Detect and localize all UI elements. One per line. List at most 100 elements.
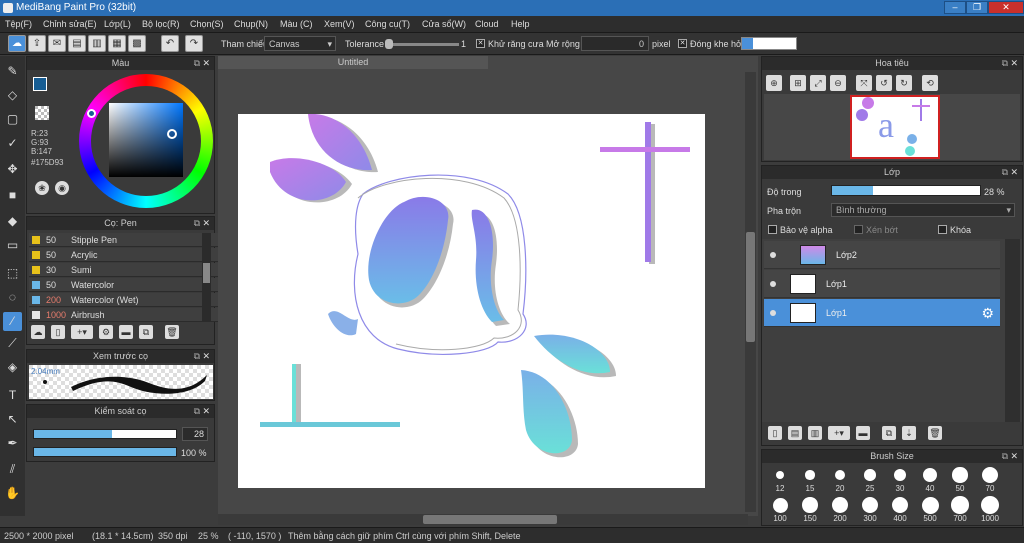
rotate-left-icon[interactable]: ↺ (876, 75, 892, 91)
minimize-button[interactable]: – (944, 1, 966, 14)
maximize-button[interactable]: ❐ (966, 1, 988, 14)
menu-window[interactable]: Cửa sổ(W) (422, 19, 466, 29)
tolerance-slider-handle[interactable] (385, 39, 393, 49)
new-layer-icon[interactable]: ▯ (768, 426, 782, 440)
brush-size-option[interactable]: 15 (798, 466, 822, 493)
pen-tool-icon[interactable]: ✓ (3, 134, 22, 153)
brush-size-option[interactable]: 400 (888, 496, 912, 523)
zoom-out-icon[interactable]: ⊖ (830, 75, 846, 91)
chat-icon[interactable]: ✉ (48, 35, 66, 52)
popout-icon[interactable]: ⧉ (194, 217, 200, 230)
close-icon[interactable]: ✕ (1010, 450, 1018, 463)
primary-color-swatch[interactable] (33, 77, 47, 91)
duplicate-icon[interactable]: ⧉ (139, 325, 153, 339)
brush-size-option[interactable]: 700 (948, 496, 972, 523)
new-halftone-layer-icon[interactable]: ▤ (788, 426, 802, 440)
brush-item-watercolor-wet[interactable]: 200 Watercolor (Wet) (29, 293, 223, 307)
menu-help[interactable]: Help (511, 19, 530, 29)
operation-tool-icon[interactable]: ↖ (3, 410, 22, 429)
brush-size-input[interactable]: 28 (182, 427, 208, 441)
new-8bit-layer-icon[interactable]: ▥ (808, 426, 822, 440)
fill-rect-tool-icon[interactable]: ■ (3, 186, 22, 205)
redo-icon[interactable]: ↷ (185, 35, 203, 52)
brush-size-option[interactable]: 150 (798, 496, 822, 523)
brush-size-option[interactable]: 300 (858, 496, 882, 523)
brush-size-option[interactable]: 12 (768, 466, 792, 493)
magic-wand-tool-icon[interactable]: ⁄ (3, 312, 22, 331)
lock-checkbox[interactable] (938, 225, 947, 234)
brush-item-acrylic[interactable]: 50 Acrylic (29, 248, 223, 262)
page-icon[interactable]: ▥ (88, 35, 106, 52)
trash-icon[interactable]: 🗑 (165, 325, 179, 339)
divide-tool-icon[interactable]: ✒ (3, 434, 22, 453)
brush-settings-icon[interactable]: ⚙ (99, 325, 113, 339)
move-tool-icon[interactable]: ✥ (3, 160, 22, 179)
eraser-tool-icon[interactable]: ◇ (3, 86, 22, 105)
brush-item-stipple-pen[interactable]: 50 Stipple Pen (29, 233, 223, 247)
menu-view[interactable]: Xem(V) (324, 19, 355, 29)
navigator-preview[interactable]: a (764, 94, 1020, 160)
brush-size-slider[interactable] (33, 429, 177, 439)
close-window-button[interactable]: ✕ (988, 1, 1024, 14)
tile-icon[interactable]: ▩ (128, 35, 146, 52)
menu-edit[interactable]: Chỉnh sửa(E) (43, 19, 97, 29)
menu-cloud[interactable]: Cloud (475, 19, 499, 29)
rotate-right-icon[interactable]: ↻ (896, 75, 912, 91)
popout-icon[interactable]: ⧉ (1002, 450, 1008, 463)
reset-view-icon[interactable]: ⟲ (922, 75, 938, 91)
layer-row-layer1-selected[interactable]: Lớp1 ⚙ (764, 299, 1000, 327)
brush-size-option[interactable]: 20 (828, 466, 852, 493)
palette-icon[interactable]: ❀ (35, 181, 49, 195)
brush-size-option[interactable]: 30 (888, 466, 912, 493)
menu-layer[interactable]: Lớp(L) (104, 19, 131, 29)
antialias-checkbox[interactable]: ✕ (476, 39, 485, 48)
transparent-swatch[interactable] (35, 106, 49, 120)
popout-icon[interactable]: ⧉ (194, 405, 200, 418)
fit-window-icon[interactable]: ⤢ (810, 75, 826, 91)
new-brush-icon[interactable]: ▯ (51, 325, 65, 339)
popout-icon[interactable]: ⧉ (1002, 166, 1008, 179)
brush-size-option[interactable]: 200 (828, 496, 852, 523)
bucket-tool-icon[interactable]: ◆ (3, 212, 22, 231)
zoom-fit-icon[interactable]: ⊞ (790, 75, 806, 91)
gap-close-level-selector[interactable] (741, 37, 797, 50)
close-icon[interactable]: ✕ (1010, 166, 1018, 179)
folder-icon[interactable]: ▬ (856, 426, 870, 440)
text-tool-icon[interactable]: T (3, 386, 22, 405)
menu-filter[interactable]: Bộ lọc(R) (142, 19, 180, 29)
menu-select[interactable]: Chọn(S) (190, 19, 224, 29)
menu-snap[interactable]: Chụp(N) (234, 19, 268, 29)
brush-size-option[interactable]: 500 (918, 496, 942, 523)
close-icon[interactable]: ✕ (202, 405, 210, 418)
navigator-thumbnail[interactable]: a (850, 95, 940, 159)
close-icon[interactable]: ✕ (202, 217, 210, 230)
select-eraser-tool-icon[interactable]: ◈ (3, 358, 22, 377)
color-picker-handle[interactable] (167, 129, 177, 139)
close-icon[interactable]: ✕ (202, 57, 210, 70)
grid-icon[interactable]: ▦ (108, 35, 126, 52)
layer-row-layer1[interactable]: Lớp1 (764, 270, 1000, 298)
zoom-in-icon[interactable]: ⊕ (766, 75, 782, 91)
gear-icon[interactable]: ⚙ (981, 305, 994, 322)
gap-close-checkbox[interactable]: ✕ (678, 39, 687, 48)
saturation-value-square[interactable] (109, 103, 183, 177)
canvas-paper[interactable] (238, 113, 705, 488)
brush-tool-icon[interactable]: ✎ (3, 62, 22, 81)
cloud-brush-icon[interactable]: ☁ (31, 325, 45, 339)
document-icon[interactable]: ▤ (68, 35, 86, 52)
reference-select[interactable]: Canvas ▾ (264, 36, 336, 51)
gradient-tool-icon[interactable]: ▭ (3, 236, 22, 255)
layer-opacity-slider[interactable] (831, 185, 981, 196)
expand-input[interactable]: 0 (581, 36, 649, 51)
select-tool-icon[interactable]: ⬚ (3, 264, 22, 283)
brush-size-option[interactable]: 25 (858, 466, 882, 493)
popout-icon[interactable]: ⧉ (194, 350, 200, 363)
undo-icon[interactable]: ↶ (161, 35, 179, 52)
menu-color[interactable]: Màu (C) (280, 19, 313, 29)
folder-icon[interactable]: ▬ (119, 325, 133, 339)
clipping-checkbox[interactable] (854, 225, 863, 234)
layer-row-layer2[interactable]: Lớp2 (764, 241, 1000, 269)
lasso-tool-icon[interactable]: ◌ (3, 288, 22, 307)
tolerance-slider[interactable] (385, 43, 459, 46)
brush-size-option[interactable]: 70 (978, 466, 1002, 493)
